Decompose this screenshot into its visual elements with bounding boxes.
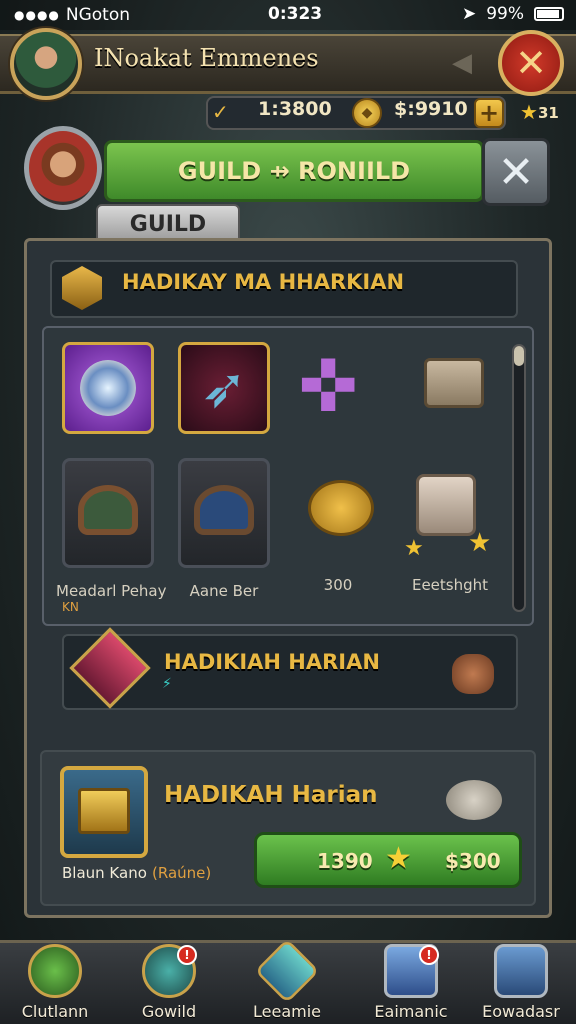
star-count: 31 — [538, 104, 559, 122]
location-icon: ➤ — [461, 4, 477, 24]
notification-badge: ! — [419, 945, 439, 965]
buy-left-value: 1390 — [317, 849, 373, 873]
guild-header-banner: GUILD ⇸ RONIILD — [104, 140, 484, 202]
scrollbar[interactable] — [512, 344, 526, 612]
gem-icon — [80, 360, 136, 416]
gem-coin-icon: ◆ — [352, 98, 382, 128]
nav-label: Eaimanic — [374, 1002, 448, 1021]
buy-button[interactable]: 1390 ★ $300 — [254, 832, 522, 888]
item-slot-basket[interactable] — [62, 458, 154, 568]
gold-chest-slot[interactable] — [60, 766, 148, 858]
close-button[interactable]: ✕ — [498, 30, 564, 96]
gold-coin-icon[interactable] — [308, 480, 374, 536]
buy-right-value: $300 — [445, 849, 501, 873]
basket-icon — [78, 485, 138, 535]
item-slot-cart[interactable] — [178, 458, 270, 568]
nav-label: Leeamie — [253, 1002, 321, 1021]
cart-icon — [194, 485, 254, 535]
gold-chest-icon — [78, 788, 130, 834]
nav-item-league[interactable]: Leeamie — [232, 938, 342, 1024]
primary-currency: 1:3800 — [258, 98, 332, 120]
add-currency-button[interactable]: + — [474, 98, 504, 128]
carrier-name: NGoton — [65, 5, 131, 25]
back-arrow-icon[interactable]: ◀ — [452, 48, 472, 78]
nav-item-guild[interactable]: ! Gowild — [114, 940, 224, 1024]
secondary-currency: $:9910 — [394, 98, 468, 120]
item-label: Aane Ber — [189, 582, 259, 600]
status-bar: ●●●● NGoton 0:323 ➤ 99% — [0, 0, 576, 30]
silver-coins-icon — [446, 780, 502, 820]
item-label: Eeetshght — [411, 576, 489, 594]
notification-badge: ! — [177, 945, 197, 965]
reward-tag: (Raúne) — [152, 864, 212, 882]
nav-label: Clutlann — [21, 1002, 89, 1021]
page-title: INoakat Emmenes — [94, 44, 319, 72]
gold-check-icon: ✓ — [212, 100, 229, 124]
item-slot-bow[interactable]: ➶ — [178, 342, 270, 434]
scrollbar-thumb[interactable] — [514, 346, 524, 366]
battery-percent: 99% — [486, 4, 524, 24]
item-slot-purple-gem[interactable] — [62, 342, 154, 434]
nav-item-economic[interactable]: ! Eaimanic — [356, 940, 466, 1024]
item-label: Meadarl Pehay — [56, 582, 167, 600]
league-crystal-icon — [254, 938, 320, 1004]
clock: 0:323 — [268, 4, 323, 24]
section-daily-title: HADIKAY MA HHARKIAN — [122, 270, 405, 294]
item-sub-label: KN — [62, 600, 79, 614]
lightning-icon: ⚡ — [162, 676, 172, 692]
chest-item-icon[interactable] — [424, 358, 484, 408]
economic-gem-icon: ! — [384, 944, 439, 998]
nav-item-clan[interactable]: Clutlann — [0, 940, 110, 1024]
star-icon: ★ — [385, 841, 412, 876]
battery-icon — [534, 7, 564, 21]
reward-name: Blaun Kano — [62, 864, 147, 882]
signal-icon: ●●●● — [14, 8, 60, 22]
player-avatar[interactable] — [10, 28, 82, 100]
ore-icon — [452, 654, 494, 694]
star-icon: ★ — [520, 100, 538, 124]
clan-shield-icon — [28, 944, 82, 998]
guild-emblem-icon: ! — [142, 944, 197, 998]
crossbow-icon[interactable]: ✜ — [298, 344, 358, 428]
bow-icon: ➶ — [200, 356, 248, 421]
item-label: 300 — [323, 576, 353, 594]
nav-label: Gowild — [141, 1002, 197, 1021]
nav-label: Eowadasr — [482, 1002, 560, 1021]
star-icon: ★ — [404, 536, 424, 561]
nav-item-rewards[interactable]: Eowadasr — [466, 940, 576, 1024]
guild-avatar[interactable] — [24, 126, 102, 210]
section-reward-title: HADIKIAH HARIAN — [164, 650, 380, 674]
stone-block-icon[interactable] — [416, 474, 476, 536]
section-purchase-title: HADIKAH Harian — [164, 782, 378, 808]
close-panel-button[interactable]: ✕ — [482, 138, 550, 206]
rewards-chest-icon — [494, 944, 548, 998]
star-icon: ★ — [468, 528, 492, 558]
